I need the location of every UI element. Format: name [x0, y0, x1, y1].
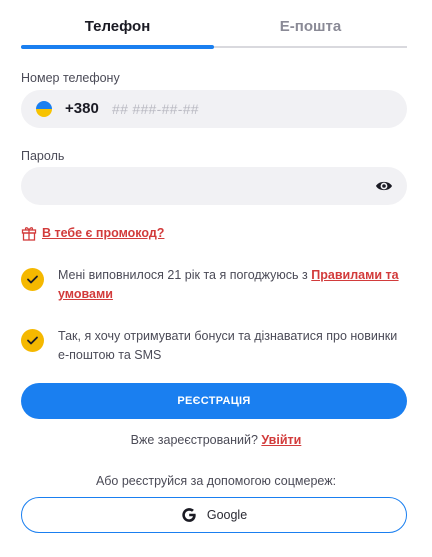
password-field — [21, 167, 407, 205]
auth-tabs: Телефон Е-пошта — [21, 0, 407, 50]
tab-phone[interactable]: Телефон — [21, 18, 214, 35]
bonus-consent-row: Так, я хочу отримувати бонуси та дізнава… — [21, 327, 407, 367]
gift-icon — [21, 227, 37, 241]
phone-label: Номер телефону — [21, 71, 120, 85]
login-prompt-text: Вже зареєстрований? — [130, 433, 262, 447]
google-icon — [182, 508, 196, 522]
age-consent-text: Мені виповнилося 21 рік та я погоджуюсь … — [58, 266, 408, 304]
eye-icon[interactable] — [375, 178, 393, 194]
age-consent-row: Мені виповнилося 21 рік та я погоджуюсь … — [21, 266, 407, 306]
promo-code-link[interactable]: В тебе є промокод? — [21, 225, 164, 241]
age-consent-checkbox[interactable] — [21, 268, 44, 291]
tab-active-indicator — [21, 45, 214, 49]
login-prompt: Вже зареєстрований? Увійти — [0, 433, 432, 447]
google-label: Google — [206, 508, 248, 522]
social-signup-text: Або реєструйся за допомогою соцмереж: — [95, 474, 337, 488]
phone-input[interactable] — [112, 90, 382, 128]
phone-field: +380 — [21, 90, 407, 128]
checkmark-icon — [27, 336, 38, 345]
tab-email[interactable]: Е-пошта — [214, 18, 407, 35]
promo-code-label: В тебе є промокод? — [42, 226, 165, 240]
password-label: Пароль — [21, 149, 65, 163]
bonus-consent-checkbox[interactable] — [21, 329, 44, 352]
age-consent-label: Мені виповнилося 21 рік та я погоджуюсь … — [58, 268, 312, 282]
checkmark-icon — [27, 275, 38, 284]
password-input[interactable] — [36, 167, 366, 205]
ukraine-flag-icon — [36, 101, 52, 117]
login-link[interactable]: Увійти — [261, 433, 301, 447]
register-button[interactable]: РЕЄСТРАЦІЯ — [21, 383, 407, 419]
phone-prefix: +380 — [65, 100, 99, 117]
bonus-consent-text: Так, я хочу отримувати бонуси та дізнава… — [58, 329, 398, 362]
google-signup-button[interactable]: Google — [21, 497, 407, 533]
registration-form: Телефон Е-пошта Номер телефону +380 Паро… — [0, 0, 432, 557]
